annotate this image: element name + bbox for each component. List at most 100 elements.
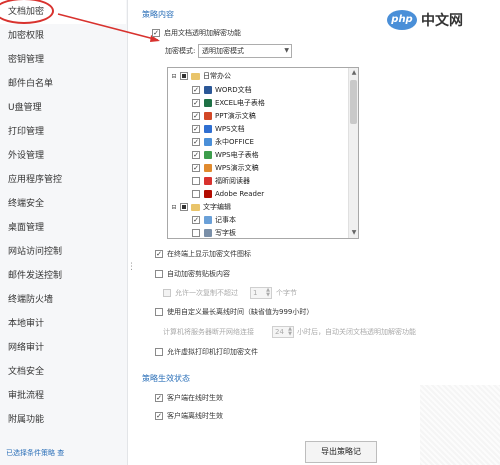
checkbox-mixed-icon[interactable]	[180, 72, 188, 80]
sidebar-item-mail-send-control[interactable]: 邮件发送控制	[0, 264, 126, 288]
tree-item-wordpad[interactable]: 写字板	[192, 227, 236, 238]
sidebar-item-print-management[interactable]: 打印管理	[0, 120, 126, 144]
auto-clipboard-checkbox[interactable]: 自动加密剪贴板内容	[155, 268, 230, 280]
yozo-office-icon	[204, 138, 212, 146]
scroll-down-icon[interactable]: ▼	[350, 229, 358, 237]
checkbox-label: 启用文档透明加解密功能	[164, 29, 241, 37]
offline-hours-spinbox[interactable]: 24 ▲ ▼	[272, 326, 294, 338]
checkbox-icon[interactable]	[155, 348, 163, 356]
checkbox-icon[interactable]	[192, 190, 200, 198]
sidebar-item-label: 加密权限	[8, 31, 45, 41]
tree-item-notepad[interactable]: 记事本	[192, 214, 236, 226]
scroll-thumb[interactable]	[350, 80, 357, 124]
checkbox-icon[interactable]	[163, 289, 171, 297]
spinbox-value: 1	[253, 289, 258, 297]
export-policy-button[interactable]: 导出策略记	[305, 441, 377, 463]
sidebar-item-network-audit[interactable]: 网络审计	[0, 336, 126, 360]
checkbox-icon[interactable]	[155, 394, 163, 402]
scroll-up-icon[interactable]: ▲	[350, 69, 358, 77]
tree-label: Adobe Reader	[215, 190, 265, 198]
tree-group-office[interactable]: ⊟ 日常办公	[170, 70, 231, 82]
sidebar-item-label: 审批流程	[8, 391, 45, 401]
tree-item-wps-doc[interactable]: WPS文档	[192, 123, 245, 135]
paste-limit-spinbox[interactable]: 1 ▲ ▼	[250, 287, 272, 299]
sidebar-item-terminal-security[interactable]: 终端安全	[0, 192, 126, 216]
excel-icon	[204, 99, 212, 107]
checkbox-icon[interactable]	[192, 229, 200, 237]
wps-writer-icon	[204, 125, 212, 133]
sidebar-item-label: 桌面管理	[8, 223, 45, 233]
collapse-icon[interactable]: ⊟	[170, 204, 178, 211]
sidebar-item-key-management[interactable]: 密钥管理	[0, 48, 126, 72]
tree-item-word[interactable]: WORD文档	[192, 84, 252, 96]
sidebar-item-encryption-permission[interactable]: 加密权限	[0, 24, 126, 48]
mode-label: 加密模式:	[165, 47, 196, 55]
tree-item-foxit-reader[interactable]: 福昕阅读器	[192, 175, 250, 187]
tree-label: 写字板	[215, 229, 236, 237]
sidebar-item-label: 文档安全	[8, 367, 45, 377]
tree-item-excel[interactable]: EXCEL电子表格	[192, 97, 265, 109]
sidebar-item-local-audit[interactable]: 本地审计	[0, 312, 126, 336]
tree-item-yozo-office[interactable]: 永中OFFICE	[192, 136, 254, 148]
tree-label: WPS文档	[215, 125, 245, 133]
sidebar-item-terminal-firewall[interactable]: 终端防火墙	[0, 288, 126, 312]
sidebar-item-label: 外设管理	[8, 151, 45, 161]
sidebar-item-document-security[interactable]: 文档安全	[0, 360, 126, 384]
show-icon-checkbox[interactable]: 在终端上显示加密文件图标	[155, 248, 251, 260]
checkbox-label: 允许虚拟打印机打印加密文件	[167, 348, 258, 356]
sidebar-item-approval-process[interactable]: 审批流程	[0, 384, 126, 408]
sidebar-nav: 文档加密 加密权限 密钥管理 邮件白名单 U盘管理 打印管理 外设管理 应用程序…	[0, 0, 128, 465]
wps-spreadsheet-icon	[204, 151, 212, 159]
sidebar-item-desktop-management[interactable]: 桌面管理	[0, 216, 126, 240]
offline-time-checkbox[interactable]: 使用自定义最长离线时间（缺省值为999小时）	[155, 306, 313, 318]
checkbox-label: 客户端在线时生效	[167, 394, 223, 402]
offline-suffix: 小时后，自动关闭文档透明加解密功能	[297, 326, 416, 338]
enable-transparent-checkbox[interactable]: 启用文档透明加解密功能	[152, 27, 241, 39]
effective-online-checkbox[interactable]: 客户端在线时生效	[155, 392, 223, 404]
checkbox-label: 允许一次复制不超过	[175, 289, 238, 297]
checkbox-label: 使用自定义最长离线时间（缺省值为999小时）	[167, 308, 314, 316]
sidebar-footer-link[interactable]: 已选择条件策略 查	[6, 448, 64, 458]
sidebar-item-app-control[interactable]: 应用程序管控	[0, 168, 126, 192]
tree-scrollbar[interactable]: ▲ ▼	[348, 68, 358, 238]
tree-group-text-editing[interactable]: ⊟ 文字编辑	[170, 201, 231, 213]
checkbox-icon[interactable]	[192, 164, 200, 172]
sidebar-item-website-access[interactable]: 网站访问控制	[0, 240, 126, 264]
sidebar-item-label: 密钥管理	[8, 55, 45, 65]
sidebar-item-mail-whitelist[interactable]: 邮件白名单	[0, 72, 126, 96]
sidebar-item-label: 附属功能	[8, 415, 45, 425]
checkbox-icon[interactable]	[192, 216, 200, 224]
tree-item-wps-presentation[interactable]: WPS演示文稿	[192, 162, 259, 174]
application-tree[interactable]: ⊟ 日常办公 WORD文档 EXCEL电子表格 PPT演示文稿 WPS文档 永中…	[167, 67, 359, 239]
tree-item-ppt[interactable]: PPT演示文稿	[192, 110, 256, 122]
checkbox-label: 自动加密剪贴板内容	[167, 270, 230, 278]
collapse-icon[interactable]: ⊟	[170, 73, 178, 80]
checkbox-icon[interactable]	[155, 308, 163, 316]
tree-item-wps-sheet[interactable]: WPS电子表格	[192, 149, 259, 161]
checkbox-icon[interactable]	[192, 99, 200, 107]
effective-offline-checkbox[interactable]: 客户端离线时生效	[155, 410, 223, 422]
sidebar-item-usb-management[interactable]: U盘管理	[0, 96, 126, 120]
checkbox-icon[interactable]	[192, 151, 200, 159]
folder-icon	[191, 72, 200, 80]
checkbox-mixed-icon[interactable]	[180, 203, 188, 211]
collapse-handle-icon[interactable]: ⋮	[127, 262, 136, 272]
checkbox-icon[interactable]	[192, 125, 200, 133]
checkbox-icon[interactable]	[155, 412, 163, 420]
virtual-printer-checkbox[interactable]: 允许虚拟打印机打印加密文件	[155, 346, 258, 358]
tree-item-adobe-reader[interactable]: Adobe Reader	[192, 188, 264, 200]
encryption-mode-select[interactable]: 透明加密模式 ▼	[198, 44, 292, 58]
sidebar-item-peripheral-management[interactable]: 外设管理	[0, 144, 126, 168]
sidebar-item-label: 本地审计	[8, 319, 45, 329]
checkbox-icon[interactable]	[155, 270, 163, 278]
checkbox-icon[interactable]	[192, 138, 200, 146]
checkbox-icon[interactable]	[152, 29, 160, 37]
paste-limit-checkbox[interactable]: 允许一次复制不超过	[163, 287, 238, 299]
checkbox-icon[interactable]	[155, 250, 163, 258]
checkbox-icon[interactable]	[192, 112, 200, 120]
spinner-arrows-icon[interactable]: ▲ ▼	[288, 327, 292, 337]
checkbox-icon[interactable]	[192, 86, 200, 94]
checkbox-icon[interactable]	[192, 177, 200, 185]
sidebar-item-auxiliary-functions[interactable]: 附属功能	[0, 408, 126, 432]
spinner-arrows-icon[interactable]: ▲ ▼	[266, 288, 270, 298]
